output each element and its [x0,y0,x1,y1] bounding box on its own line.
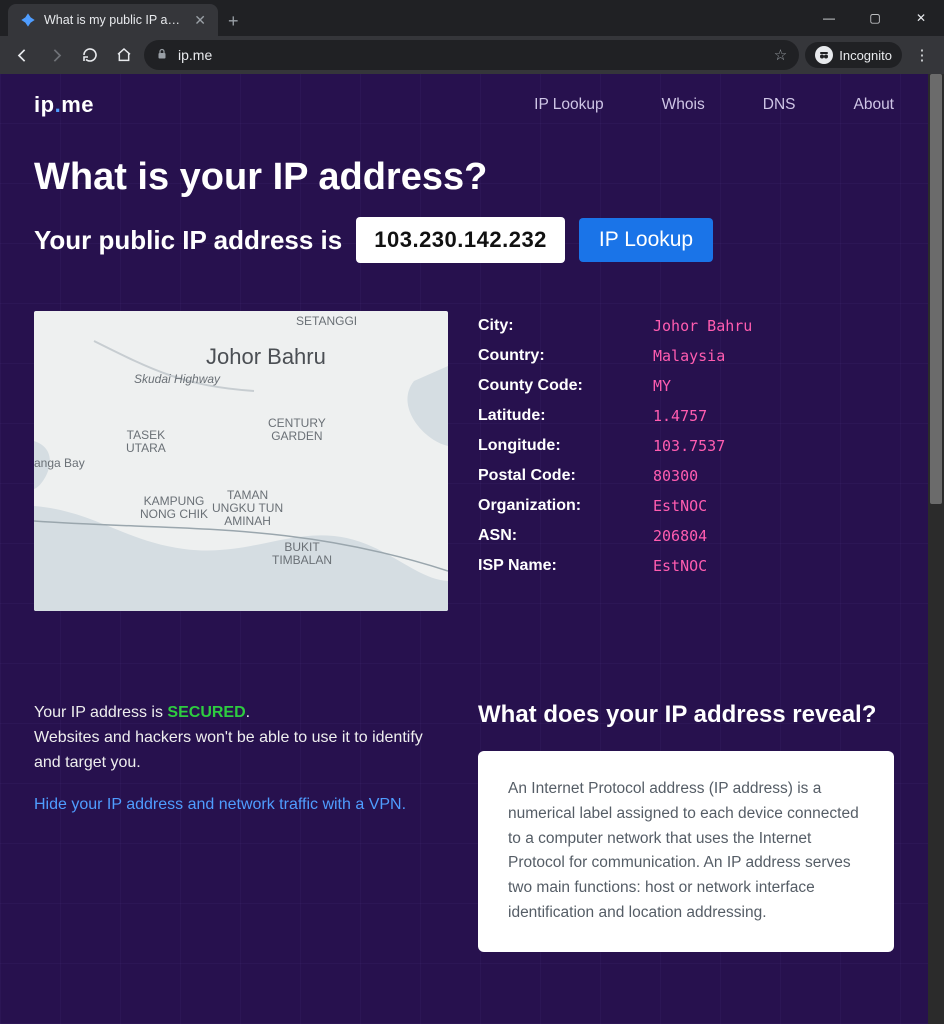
browser-toolbar: ip.me ☆ Incognito ⋮ [0,36,944,74]
map-label: KAMPUNG NONG CHIK [140,495,208,521]
security-line-prefix: Your IP address is [34,704,167,721]
details-key: City: [478,311,653,341]
details-key: Organization: [478,491,653,521]
incognito-badge[interactable]: Incognito [805,42,902,68]
page-headline: What is your IP address? [34,156,894,199]
browser-tab[interactable]: What is my public IP address - IP ✕ [8,4,218,36]
page-scrollbar[interactable] [928,74,944,1024]
window-close-button[interactable]: ✕ [898,0,944,36]
details-key: Country: [478,341,653,371]
info-card-text: An Internet Protocol address (IP address… [508,780,859,921]
ip-lookup-button[interactable]: IP Lookup [579,218,713,262]
vpn-promo-link[interactable]: Hide your IP address and network traffic… [34,793,406,818]
nav-link-whois[interactable]: Whois [662,96,705,114]
details-key: ISP Name: [478,551,653,581]
location-map[interactable]: Johor Bahru SETANGGI Skudai Highway CENT… [34,311,448,611]
details-key: ASN: [478,521,653,551]
info-card: An Internet Protocol address (IP address… [478,751,894,952]
nav-forward-button[interactable] [42,41,70,69]
security-status-block: Your IP address is SECURED. Websites and… [34,701,448,818]
details-row: Longitude:103.7537 [478,431,894,461]
tab-close-icon[interactable]: ✕ [194,12,206,29]
window-maximize-button[interactable]: ▢ [852,0,898,36]
new-tab-button[interactable]: + [218,6,249,36]
map-label: CENTURY GARDEN [268,417,326,443]
window-titlebar: What is my public IP address - IP ✕ + ― … [0,0,944,36]
address-bar-url: ip.me [178,47,764,63]
details-value: Johor Bahru [653,311,894,341]
details-key: Longitude: [478,431,653,461]
map-label: Skudai Highway [134,373,220,386]
ip-sublabel: Your public IP address is [34,225,342,256]
map-label: TAMAN UNGKU TUN AMINAH [212,489,283,529]
site-logo[interactable]: ip.me [34,92,94,118]
details-key: Postal Code: [478,461,653,491]
map-label: BUKIT TIMBALAN [272,541,332,567]
map-label: TASEK UTARA [126,429,166,455]
site-nav: ip.me IP Lookup Whois DNS About [0,74,928,118]
tab-title: What is my public IP address - IP [44,13,186,27]
details-row: ASN:206804 [478,521,894,551]
page-content: ip.me IP Lookup Whois DNS About What is … [0,74,928,1024]
nav-back-button[interactable] [8,41,36,69]
info-heading: What does your IP address reveal? [478,701,894,729]
details-row: Latitude:1.4757 [478,401,894,431]
details-value: 103.7537 [653,431,894,461]
address-bar[interactable]: ip.me ☆ [144,40,799,70]
lock-icon [156,48,168,63]
details-value: EstNOC [653,551,894,581]
details-row: Postal Code:80300 [478,461,894,491]
logo-text-right: me [61,92,94,117]
details-value: 80300 [653,461,894,491]
map-label: SETANGGI [296,315,357,328]
browser-menu-button[interactable]: ⋮ [908,41,936,69]
window-minimize-button[interactable]: ― [806,0,852,36]
details-value: Malaysia [653,341,894,371]
map-label: anga Bay [34,457,85,470]
incognito-label: Incognito [839,48,892,63]
details-row: County Code:MY [478,371,894,401]
details-row: ISP Name:EstNOC [478,551,894,581]
nav-home-button[interactable] [110,41,138,69]
logo-text-left: ip [34,92,55,117]
bookmark-star-icon[interactable]: ☆ [774,46,787,64]
nav-link-about[interactable]: About [853,96,894,114]
details-value: EstNOC [653,491,894,521]
nav-reload-button[interactable] [76,41,104,69]
details-row: City:Johor Bahru [478,311,894,341]
ip-details-table: City:Johor BahruCountry:MalaysiaCounty C… [478,311,894,611]
details-value: MY [653,371,894,401]
incognito-icon [815,46,833,64]
map-city-label: Johor Bahru [206,345,326,369]
security-status-secured: SECURED [167,704,245,721]
nav-link-ip-lookup[interactable]: IP Lookup [534,96,604,114]
details-key: Latitude: [478,401,653,431]
details-key: County Code: [478,371,653,401]
security-line-2: Websites and hackers won't be able to us… [34,726,448,776]
details-row: Organization:EstNOC [478,491,894,521]
details-value: 206804 [653,521,894,551]
details-row: Country:Malaysia [478,341,894,371]
nav-link-dns[interactable]: DNS [763,96,796,114]
details-value: 1.4757 [653,401,894,431]
tab-favicon [20,12,36,28]
scrollbar-thumb[interactable] [930,74,942,504]
ip-address-value[interactable]: 103.230.142.232 [356,217,565,263]
